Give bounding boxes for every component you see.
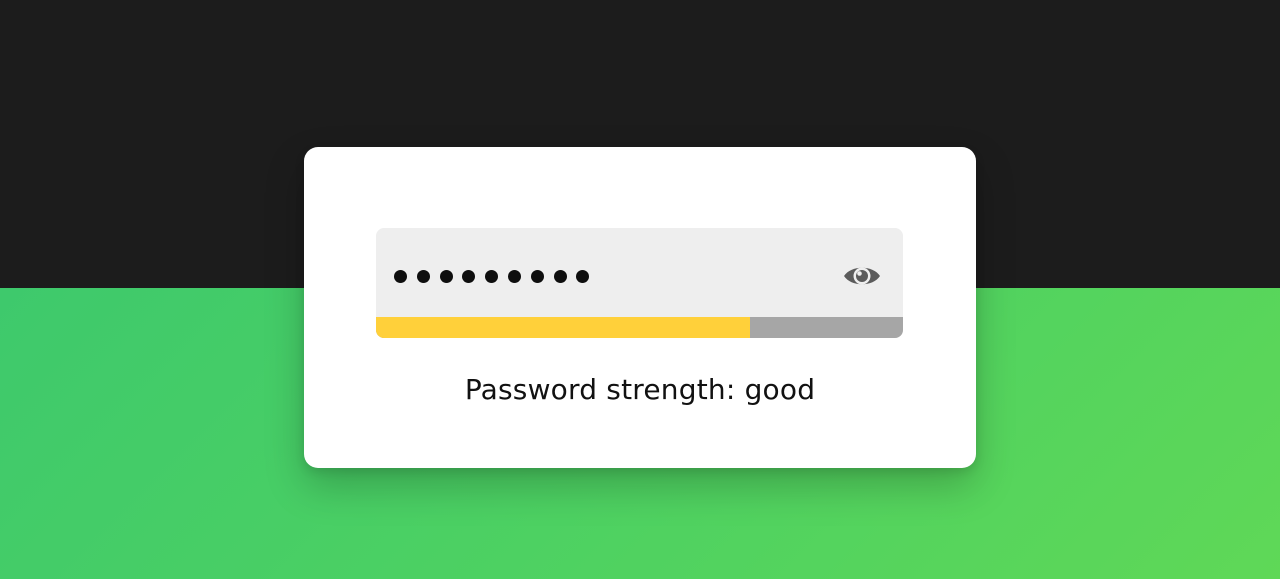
password-dot	[416, 269, 430, 283]
password-dot	[553, 269, 567, 283]
page: Password strength: good	[0, 0, 1280, 579]
password-dot	[394, 269, 407, 283]
password-dot	[485, 269, 499, 283]
password-field[interactable]	[376, 228, 903, 338]
password-card: Password strength: good	[304, 147, 976, 468]
password-dot	[462, 269, 476, 283]
eye-icon[interactable]	[842, 261, 882, 291]
strength-meter-fill	[376, 317, 751, 338]
strength-meter	[376, 317, 903, 338]
password-dot	[576, 269, 590, 283]
password-strength-label: Password strength: good	[464, 373, 816, 406]
password-dot	[530, 269, 544, 283]
masked-password	[394, 268, 590, 284]
password-dot	[439, 269, 453, 283]
password-dot	[507, 269, 521, 283]
